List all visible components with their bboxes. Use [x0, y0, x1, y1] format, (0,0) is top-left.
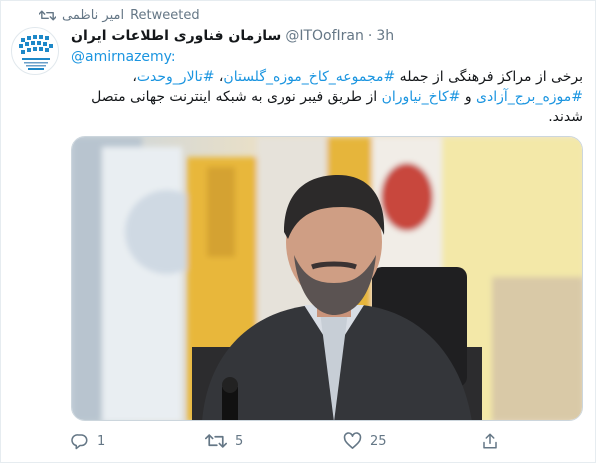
tweet-actions: 1 5 25 — [71, 429, 583, 453]
hashtag-link[interactable]: #تالار_وحدت — [137, 69, 215, 85]
reply-button[interactable]: 1 — [71, 432, 105, 450]
author-display-name[interactable]: سازمان فناوری اطلاعات ایران — [71, 28, 281, 44]
share-icon — [481, 432, 499, 450]
retweet-button[interactable]: 5 — [205, 432, 243, 450]
share-button[interactable] — [481, 432, 499, 450]
retweet-context: امیر ناظمی Retweeted — [39, 6, 200, 24]
retweet-count: 5 — [235, 433, 244, 449]
mention-link[interactable]: @amirnazemy: — [71, 47, 583, 67]
retweeter-name[interactable]: امیر ناظمی — [62, 8, 124, 23]
organization-logo-icon — [19, 35, 53, 70]
avatar[interactable] — [11, 27, 59, 75]
retweeted-label: Retweeted — [130, 7, 200, 23]
retweet-icon — [205, 432, 227, 450]
reply-icon — [71, 432, 89, 450]
like-button[interactable]: 25 — [343, 432, 387, 450]
tweet-body: @amirnazemy: برخی از مراکز فرهنگی از جمل… — [71, 47, 583, 127]
tweet-card[interactable]: امیر ناظمی Retweeted سازمان فناوری اطلاع… — [0, 0, 596, 463]
hashtag-link[interactable]: #مجموعه_کاخ_موزه_گلستان — [223, 69, 395, 85]
hashtag-link[interactable]: #موزه_برج_آزادی — [476, 89, 583, 105]
author-handle[interactable]: @ITOofIran — [285, 28, 364, 44]
hashtag-link[interactable]: #کاخ_نیاوران — [382, 89, 461, 105]
like-count: 25 — [370, 433, 387, 449]
reply-count: 1 — [97, 433, 106, 449]
tweet-text-segment: برخی از مراکز فرهنگی از جمله — [395, 69, 583, 85]
photo-illustration — [72, 137, 582, 420]
retweet-icon — [39, 9, 56, 22]
tweet-text-segment: و — [460, 89, 477, 105]
heart-icon — [343, 432, 362, 450]
header-separator: · — [367, 28, 373, 44]
tweet-timestamp[interactable]: 3h — [376, 28, 394, 44]
tweet-text: برخی از مراکز فرهنگی از جمله #مجموعه_کاخ… — [71, 67, 583, 127]
tweet-photo[interactable] — [71, 136, 583, 421]
tweet-header: سازمان فناوری اطلاعات ایران @ITOofIran ·… — [71, 26, 394, 46]
